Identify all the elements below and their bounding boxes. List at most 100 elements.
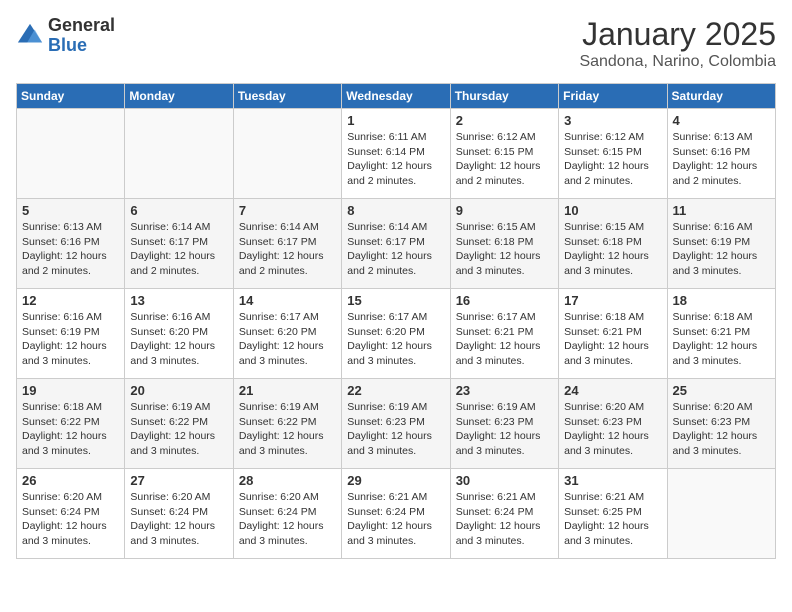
- table-row: 29 Sunrise: 6:21 AMSunset: 6:24 PMDaylig…: [342, 469, 450, 559]
- table-row: 12 Sunrise: 6:16 AMSunset: 6:19 PMDaylig…: [17, 289, 125, 379]
- logo-general: General: [48, 16, 115, 36]
- table-row: 14 Sunrise: 6:17 AMSunset: 6:20 PMDaylig…: [233, 289, 341, 379]
- table-row: 22 Sunrise: 6:19 AMSunset: 6:23 PMDaylig…: [342, 379, 450, 469]
- day-info: Sunrise: 6:19 AMSunset: 6:22 PMDaylight:…: [239, 400, 336, 459]
- day-number: 26: [22, 473, 119, 488]
- logo-text: General Blue: [48, 16, 115, 56]
- day-info: Sunrise: 6:16 AMSunset: 6:19 PMDaylight:…: [673, 220, 770, 279]
- table-row: 25 Sunrise: 6:20 AMSunset: 6:23 PMDaylig…: [667, 379, 775, 469]
- day-number: 18: [673, 293, 770, 308]
- logo: General Blue: [16, 16, 115, 56]
- day-info: Sunrise: 6:14 AMSunset: 6:17 PMDaylight:…: [239, 220, 336, 279]
- day-number: 8: [347, 203, 444, 218]
- day-info: Sunrise: 6:20 AMSunset: 6:24 PMDaylight:…: [22, 490, 119, 549]
- day-info: Sunrise: 6:17 AMSunset: 6:20 PMDaylight:…: [239, 310, 336, 369]
- day-info: Sunrise: 6:16 AMSunset: 6:20 PMDaylight:…: [130, 310, 227, 369]
- day-number: 12: [22, 293, 119, 308]
- table-row: 8 Sunrise: 6:14 AMSunset: 6:17 PMDayligh…: [342, 199, 450, 289]
- table-row: [233, 109, 341, 199]
- day-info: Sunrise: 6:20 AMSunset: 6:23 PMDaylight:…: [564, 400, 661, 459]
- table-row: 4 Sunrise: 6:13 AMSunset: 6:16 PMDayligh…: [667, 109, 775, 199]
- table-row: [125, 109, 233, 199]
- table-row: [17, 109, 125, 199]
- day-number: 16: [456, 293, 553, 308]
- day-number: 22: [347, 383, 444, 398]
- table-row: 21 Sunrise: 6:19 AMSunset: 6:22 PMDaylig…: [233, 379, 341, 469]
- day-info: Sunrise: 6:20 AMSunset: 6:23 PMDaylight:…: [673, 400, 770, 459]
- day-number: 3: [564, 113, 661, 128]
- day-number: 19: [22, 383, 119, 398]
- table-row: 6 Sunrise: 6:14 AMSunset: 6:17 PMDayligh…: [125, 199, 233, 289]
- table-row: 5 Sunrise: 6:13 AMSunset: 6:16 PMDayligh…: [17, 199, 125, 289]
- table-row: 17 Sunrise: 6:18 AMSunset: 6:21 PMDaylig…: [559, 289, 667, 379]
- calendar-week-row: 5 Sunrise: 6:13 AMSunset: 6:16 PMDayligh…: [17, 199, 776, 289]
- day-number: 5: [22, 203, 119, 218]
- col-saturday: Saturday: [667, 84, 775, 109]
- calendar-week-row: 12 Sunrise: 6:16 AMSunset: 6:19 PMDaylig…: [17, 289, 776, 379]
- title-block: January 2025 Sandona, Narino, Colombia: [579, 16, 776, 71]
- day-number: 9: [456, 203, 553, 218]
- day-info: Sunrise: 6:17 AMSunset: 6:21 PMDaylight:…: [456, 310, 553, 369]
- day-number: 31: [564, 473, 661, 488]
- day-number: 27: [130, 473, 227, 488]
- table-row: 16 Sunrise: 6:17 AMSunset: 6:21 PMDaylig…: [450, 289, 558, 379]
- day-info: Sunrise: 6:12 AMSunset: 6:15 PMDaylight:…: [456, 130, 553, 189]
- day-number: 23: [456, 383, 553, 398]
- table-row: 27 Sunrise: 6:20 AMSunset: 6:24 PMDaylig…: [125, 469, 233, 559]
- table-row: 13 Sunrise: 6:16 AMSunset: 6:20 PMDaylig…: [125, 289, 233, 379]
- day-number: 6: [130, 203, 227, 218]
- day-info: Sunrise: 6:19 AMSunset: 6:23 PMDaylight:…: [347, 400, 444, 459]
- day-info: Sunrise: 6:21 AMSunset: 6:24 PMDaylight:…: [456, 490, 553, 549]
- day-number: 30: [456, 473, 553, 488]
- day-info: Sunrise: 6:19 AMSunset: 6:23 PMDaylight:…: [456, 400, 553, 459]
- day-info: Sunrise: 6:14 AMSunset: 6:17 PMDaylight:…: [130, 220, 227, 279]
- table-row: 3 Sunrise: 6:12 AMSunset: 6:15 PMDayligh…: [559, 109, 667, 199]
- calendar-table: Sunday Monday Tuesday Wednesday Thursday…: [16, 83, 776, 559]
- col-tuesday: Tuesday: [233, 84, 341, 109]
- table-row: 31 Sunrise: 6:21 AMSunset: 6:25 PMDaylig…: [559, 469, 667, 559]
- page-header: General Blue January 2025 Sandona, Narin…: [16, 16, 776, 71]
- day-info: Sunrise: 6:16 AMSunset: 6:19 PMDaylight:…: [22, 310, 119, 369]
- day-number: 29: [347, 473, 444, 488]
- table-row: 19 Sunrise: 6:18 AMSunset: 6:22 PMDaylig…: [17, 379, 125, 469]
- day-number: 4: [673, 113, 770, 128]
- day-number: 24: [564, 383, 661, 398]
- table-row: 2 Sunrise: 6:12 AMSunset: 6:15 PMDayligh…: [450, 109, 558, 199]
- day-info: Sunrise: 6:13 AMSunset: 6:16 PMDaylight:…: [673, 130, 770, 189]
- day-number: 25: [673, 383, 770, 398]
- day-number: 11: [673, 203, 770, 218]
- day-info: Sunrise: 6:14 AMSunset: 6:17 PMDaylight:…: [347, 220, 444, 279]
- day-info: Sunrise: 6:15 AMSunset: 6:18 PMDaylight:…: [564, 220, 661, 279]
- day-number: 13: [130, 293, 227, 308]
- table-row: 15 Sunrise: 6:17 AMSunset: 6:20 PMDaylig…: [342, 289, 450, 379]
- day-number: 14: [239, 293, 336, 308]
- day-info: Sunrise: 6:13 AMSunset: 6:16 PMDaylight:…: [22, 220, 119, 279]
- col-wednesday: Wednesday: [342, 84, 450, 109]
- calendar-week-row: 26 Sunrise: 6:20 AMSunset: 6:24 PMDaylig…: [17, 469, 776, 559]
- table-row: 18 Sunrise: 6:18 AMSunset: 6:21 PMDaylig…: [667, 289, 775, 379]
- day-number: 20: [130, 383, 227, 398]
- day-info: Sunrise: 6:21 AMSunset: 6:24 PMDaylight:…: [347, 490, 444, 549]
- table-row: 24 Sunrise: 6:20 AMSunset: 6:23 PMDaylig…: [559, 379, 667, 469]
- day-info: Sunrise: 6:19 AMSunset: 6:22 PMDaylight:…: [130, 400, 227, 459]
- table-row: 9 Sunrise: 6:15 AMSunset: 6:18 PMDayligh…: [450, 199, 558, 289]
- day-number: 28: [239, 473, 336, 488]
- day-number: 21: [239, 383, 336, 398]
- day-info: Sunrise: 6:15 AMSunset: 6:18 PMDaylight:…: [456, 220, 553, 279]
- logo-icon: [16, 22, 44, 50]
- day-info: Sunrise: 6:18 AMSunset: 6:21 PMDaylight:…: [564, 310, 661, 369]
- day-info: Sunrise: 6:12 AMSunset: 6:15 PMDaylight:…: [564, 130, 661, 189]
- day-number: 10: [564, 203, 661, 218]
- logo-blue: Blue: [48, 36, 115, 56]
- table-row: 30 Sunrise: 6:21 AMSunset: 6:24 PMDaylig…: [450, 469, 558, 559]
- day-info: Sunrise: 6:20 AMSunset: 6:24 PMDaylight:…: [239, 490, 336, 549]
- day-info: Sunrise: 6:18 AMSunset: 6:21 PMDaylight:…: [673, 310, 770, 369]
- calendar-week-row: 19 Sunrise: 6:18 AMSunset: 6:22 PMDaylig…: [17, 379, 776, 469]
- day-number: 1: [347, 113, 444, 128]
- day-number: 7: [239, 203, 336, 218]
- day-info: Sunrise: 6:21 AMSunset: 6:25 PMDaylight:…: [564, 490, 661, 549]
- day-info: Sunrise: 6:20 AMSunset: 6:24 PMDaylight:…: [130, 490, 227, 549]
- calendar-week-row: 1 Sunrise: 6:11 AMSunset: 6:14 PMDayligh…: [17, 109, 776, 199]
- calendar-subtitle: Sandona, Narino, Colombia: [579, 53, 776, 71]
- day-number: 15: [347, 293, 444, 308]
